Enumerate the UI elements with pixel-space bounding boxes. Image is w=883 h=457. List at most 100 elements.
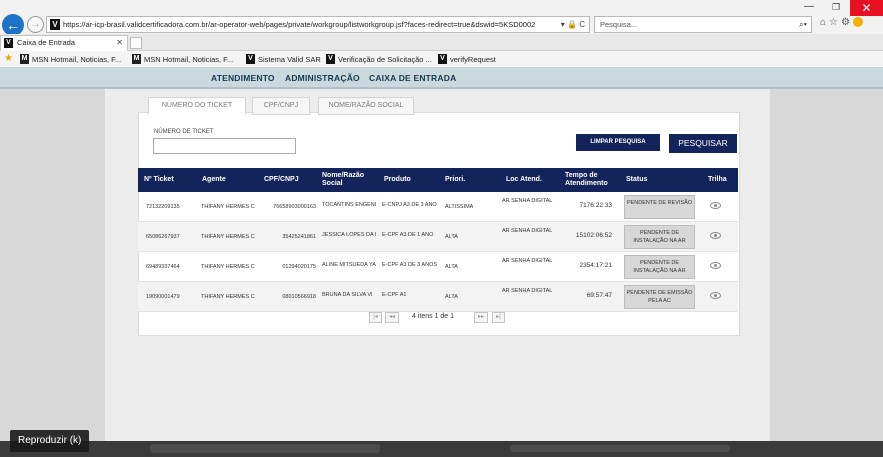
- nav-item-administracao[interactable]: ADMINISTRAÇÃO: [285, 73, 360, 83]
- header-tempo[interactable]: Tempo de Atendimento: [565, 172, 617, 188]
- cell-agent: THIFANY HERMES C: [201, 264, 255, 270]
- valid-favicon-icon: V: [246, 54, 255, 64]
- eye-icon[interactable]: [710, 262, 721, 269]
- footer-right-blur: [510, 445, 730, 452]
- cell-tempo: 69:57:47: [586, 292, 612, 299]
- header-nome[interactable]: Nome/Razão Social: [322, 172, 368, 188]
- clear-search-button[interactable]: LIMPAR PESQUISA: [576, 134, 660, 151]
- header-produto[interactable]: Produto: [384, 176, 411, 184]
- favorite-label: verifyRequest: [450, 55, 496, 64]
- play-tooltip[interactable]: Reproduzir (k): [10, 430, 90, 452]
- cell-agent: THIFANY HERMES C: [201, 294, 255, 300]
- eye-icon[interactable]: [710, 232, 721, 239]
- first-page-button[interactable]: |◂: [369, 312, 382, 323]
- address-bar[interactable]: V https://ar-icp-brasil.validcertificado…: [46, 16, 590, 33]
- smiley-icon[interactable]: [852, 17, 863, 28]
- favorite-item[interactable]: VverifyRequest: [438, 54, 496, 65]
- header-ticket[interactable]: Nº Ticket: [144, 176, 174, 184]
- favorite-label: MSN Hotmail, Noticias, F...: [32, 55, 122, 64]
- cell-tempo: 15102:06:52: [575, 232, 612, 239]
- cell-prior: ALTÍSSIMA: [445, 204, 474, 210]
- status-badge[interactable]: PENDENTE DE INSTALAÇÃO NA AR: [624, 255, 695, 279]
- favorite-label: Verificação de Solicitação ...: [338, 55, 432, 64]
- cell-nome: JESSICA LOPES DA I: [322, 232, 377, 238]
- address-url: https://ar-icp-brasil.validcertificadora…: [63, 20, 536, 29]
- header-agent[interactable]: Agente: [202, 176, 226, 184]
- gear-icon[interactable]: ⚙: [841, 17, 853, 28]
- page-footer: [0, 441, 883, 457]
- cell-ticket: 65086267937: [146, 234, 180, 240]
- star-icon[interactable]: ☆: [829, 17, 841, 28]
- last-page-button[interactable]: ▸|: [492, 312, 505, 323]
- favorite-item[interactable]: M MSN Hotmail, Noticias, F...: [132, 54, 233, 65]
- cell-nome: TOCANTINS ENGENI: [322, 202, 377, 208]
- ticket-field-label: NÚMERO DE TICKET: [154, 129, 214, 135]
- cell-prior: ALTA: [445, 234, 458, 240]
- cell-produto: E-CNPJ A3 DE 3 ANO: [382, 202, 437, 208]
- site-favicon-icon: V: [50, 19, 60, 30]
- cell-prior: ALTA: [445, 294, 458, 300]
- minimize-icon[interactable]: —: [798, 0, 820, 14]
- tab-title: Caixa de Entrada: [17, 38, 75, 47]
- favorite-item[interactable]: V Verificação de Solicitação ...: [326, 54, 432, 65]
- footer-left-blur: [150, 444, 380, 453]
- eye-icon[interactable]: [710, 292, 721, 299]
- search-icon[interactable]: ⌕▾: [799, 17, 807, 32]
- cell-nome: BRUNA DA SILVA VI: [322, 292, 373, 298]
- cell-prior: ALTA: [445, 264, 458, 270]
- tab-cpf-cnpj[interactable]: CPF/CNPJ: [252, 97, 310, 115]
- valid-favicon-icon: V: [326, 54, 335, 64]
- cell-cpf: 08010566918: [282, 294, 316, 300]
- table-row[interactable]: 65086267937 THIFANY HERMES C 35425241861…: [138, 222, 738, 252]
- prev-page-button[interactable]: ◂◂: [385, 312, 399, 323]
- nav-item-caixa-de-entrada[interactable]: CAIXA DE ENTRADA: [369, 73, 456, 83]
- header-cpf[interactable]: CPF/CNPJ: [264, 176, 299, 184]
- header-loc[interactable]: Loc Atend.: [506, 176, 542, 184]
- tab-strip: V Caixa de Entrada ✕: [0, 34, 883, 51]
- status-badge[interactable]: PENDENTE DE REVISÃO: [624, 195, 695, 219]
- ticket-number-input[interactable]: [153, 138, 296, 154]
- close-window-icon[interactable]: ✕: [850, 0, 883, 16]
- table-row[interactable]: 19090001479 THIFANY HERMES C 08010566918…: [138, 282, 738, 312]
- table-row[interactable]: 72132209135 THIFANY HERMES C 76658903000…: [138, 192, 738, 222]
- forward-arrow-icon[interactable]: →: [27, 16, 44, 33]
- back-arrow-icon[interactable]: ←: [2, 14, 24, 36]
- restore-icon[interactable]: ❐: [826, 0, 846, 14]
- status-badge[interactable]: PENDENTE DE INSTALAÇÃO NA AR: [624, 225, 695, 249]
- cell-ticket: 72132209135: [146, 204, 180, 210]
- cell-loc: AR SENHA DIGITAL: [502, 288, 553, 294]
- status-badge[interactable]: PENDENTE DE EMISSÃO PELA AC: [624, 285, 695, 309]
- cell-tempo: 2354:17:21: [579, 262, 612, 269]
- home-icon[interactable]: ⌂: [820, 17, 829, 28]
- eye-icon[interactable]: [710, 202, 721, 209]
- cell-agent: THIFANY HERMES C: [201, 234, 255, 240]
- cell-tempo: 7176:22:33: [579, 202, 612, 209]
- tab-numero-do-ticket[interactable]: NÚMERO DO TICKET: [148, 97, 246, 115]
- browser-search-input[interactable]: Pesquisa... ⌕▾: [594, 16, 812, 33]
- tab-caixa-de-entrada[interactable]: V Caixa de Entrada ✕: [0, 35, 128, 51]
- cell-ticket: 69489337464: [146, 264, 180, 270]
- header-prior[interactable]: Priori.: [445, 176, 465, 184]
- favorite-item[interactable]: M MSN Hotmail, Noticias, F...: [20, 54, 121, 65]
- cell-loc: AR SENHA DIGITAL: [502, 228, 553, 234]
- msn-icon: M: [132, 54, 141, 64]
- new-tab-button[interactable]: [130, 37, 142, 49]
- tab-close-icon[interactable]: ✕: [116, 36, 123, 50]
- cell-agent: THIFANY HERMES C: [201, 204, 255, 210]
- cell-nome: ALINE MITSUEDA YA: [322, 262, 376, 268]
- nav-item-atendimento[interactable]: ATENDIMENTO: [211, 73, 275, 83]
- search-button[interactable]: PESQUISAR: [669, 134, 737, 153]
- table-row[interactable]: 69489337464 THIFANY HERMES C 01294020175…: [138, 252, 738, 282]
- cell-loc: AR SENHA DIGITAL: [502, 198, 553, 204]
- cell-produto: E-CPF A3 DE 3 ANOS: [382, 262, 438, 268]
- cell-cpf: 01294020175: [282, 264, 316, 270]
- header-status[interactable]: Status: [626, 176, 647, 184]
- favorite-item[interactable]: V Sistema Valid SAR: [246, 54, 321, 65]
- favorite-label: Sistema Valid SAR: [258, 55, 321, 64]
- table-header: Nº Ticket Agente CPF/CNPJ Nome/Razão Soc…: [138, 168, 738, 192]
- pagination-info: 4 itens 1 de 1: [412, 313, 455, 320]
- next-page-button[interactable]: ▸▸: [474, 312, 488, 323]
- tab-nome-razao-social[interactable]: NOME/RAZÃO SOCIAL: [318, 97, 414, 115]
- address-actions-icon[interactable]: ▾ 🔒 C: [561, 17, 585, 32]
- favorites-star-icon[interactable]: ★: [4, 54, 13, 64]
